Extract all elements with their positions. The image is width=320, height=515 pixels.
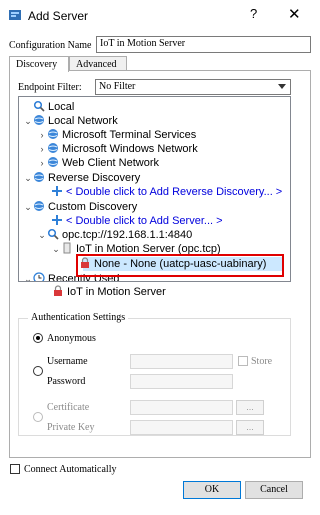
anonymous-radio[interactable] xyxy=(33,333,43,343)
globe-icon xyxy=(34,115,44,125)
private-key-browse-button[interactable]: ... xyxy=(236,420,264,435)
cancel-button[interactable]: Cancel xyxy=(245,481,303,499)
expand-icon[interactable]: › xyxy=(37,142,47,156)
ok-button[interactable]: OK xyxy=(183,481,241,499)
certificate-input[interactable] xyxy=(130,400,233,415)
certificate-browse-button[interactable]: ... xyxy=(236,400,264,415)
endpoint-filter-select[interactable]: No Filter xyxy=(95,79,291,95)
endpoint-filter-value: No Filter xyxy=(99,81,136,92)
password-label: Password xyxy=(47,376,86,387)
tree-item-recent-server[interactable]: IoT in Motion Server xyxy=(52,285,166,299)
collapse-icon[interactable]: ⌄ xyxy=(23,272,33,281)
tree-item-add-server[interactable]: < Double click to Add Server... > xyxy=(51,214,223,228)
tree-item-add-reverse-discovery[interactable]: < Double click to Add Reverse Discovery.… xyxy=(51,185,282,199)
expand-icon[interactable]: › xyxy=(37,156,47,170)
tree-item-reverse-discovery[interactable]: ⌄ Reverse Discovery xyxy=(23,171,140,185)
tree-item-opc-url[interactable]: ⌄ opc.tcp://192.168.1.1:4840 xyxy=(37,228,192,242)
collapse-icon[interactable]: ⌄ xyxy=(37,228,47,242)
store-checkbox[interactable] xyxy=(238,356,248,366)
configuration-name-label: Configuration Name xyxy=(9,40,92,51)
globe-icon xyxy=(34,172,44,182)
add-icon xyxy=(52,186,62,196)
connect-automatically-checkbox[interactable] xyxy=(10,464,20,474)
tree-item-local-network[interactable]: ⌄ Local Network xyxy=(23,114,118,128)
tree-item-mwn[interactable]: › Microsoft Windows Network xyxy=(37,142,198,156)
server-icon xyxy=(63,242,71,254)
window-title: Add Server xyxy=(28,9,89,23)
expand-icon[interactable]: › xyxy=(37,128,47,142)
certificate-radio[interactable] xyxy=(33,412,43,422)
store-label: Store xyxy=(251,356,273,367)
tab-advanced[interactable]: Advanced xyxy=(69,56,127,71)
tree-item-mts[interactable]: › Microsoft Terminal Services xyxy=(37,128,196,142)
app-icon xyxy=(9,10,21,20)
add-icon xyxy=(52,215,62,225)
globe-icon xyxy=(48,157,58,167)
collapse-icon[interactable]: ⌄ xyxy=(23,171,33,185)
collapse-icon[interactable]: ⌄ xyxy=(51,242,61,256)
tree-item-local[interactable]: Local xyxy=(33,100,74,114)
globe-icon xyxy=(48,129,58,139)
private-key-input[interactable] xyxy=(130,420,233,435)
configuration-name-input[interactable]: IoT in Motion Server xyxy=(96,36,311,53)
help-button[interactable]: ? xyxy=(250,6,257,21)
connect-automatically-label: Connect Automatically xyxy=(24,464,117,475)
anonymous-label: Anonymous xyxy=(47,333,96,344)
authentication-title: Authentication Settings xyxy=(28,312,129,323)
globe-icon xyxy=(48,143,58,153)
certificate-label: Certificate xyxy=(47,402,90,413)
password-input[interactable] xyxy=(130,374,233,389)
username-radio[interactable] xyxy=(33,366,43,376)
chevron-down-icon xyxy=(278,84,286,89)
private-key-label: Private Key xyxy=(47,422,95,433)
lock-icon xyxy=(54,285,62,296)
username-input[interactable] xyxy=(130,354,233,369)
search-icon xyxy=(33,100,45,112)
tree-item-wcn[interactable]: › Web Client Network xyxy=(37,156,159,170)
tree-item-custom-discovery[interactable]: ⌄ Custom Discovery xyxy=(23,200,137,214)
clock-icon xyxy=(33,272,45,281)
title-bar: Add Server ? ✕ xyxy=(0,0,320,30)
globe-icon xyxy=(34,201,44,211)
collapse-icon[interactable]: ⌄ xyxy=(23,114,33,128)
close-button[interactable]: ✕ xyxy=(288,5,301,23)
username-label: Username xyxy=(47,356,88,367)
search-icon xyxy=(47,228,59,240)
endpoint-filter-label: Endpoint Filter: xyxy=(18,82,82,93)
collapse-icon[interactable]: ⌄ xyxy=(23,200,33,214)
selection-marker xyxy=(76,254,284,277)
tab-discovery[interactable]: Discovery xyxy=(9,56,69,72)
